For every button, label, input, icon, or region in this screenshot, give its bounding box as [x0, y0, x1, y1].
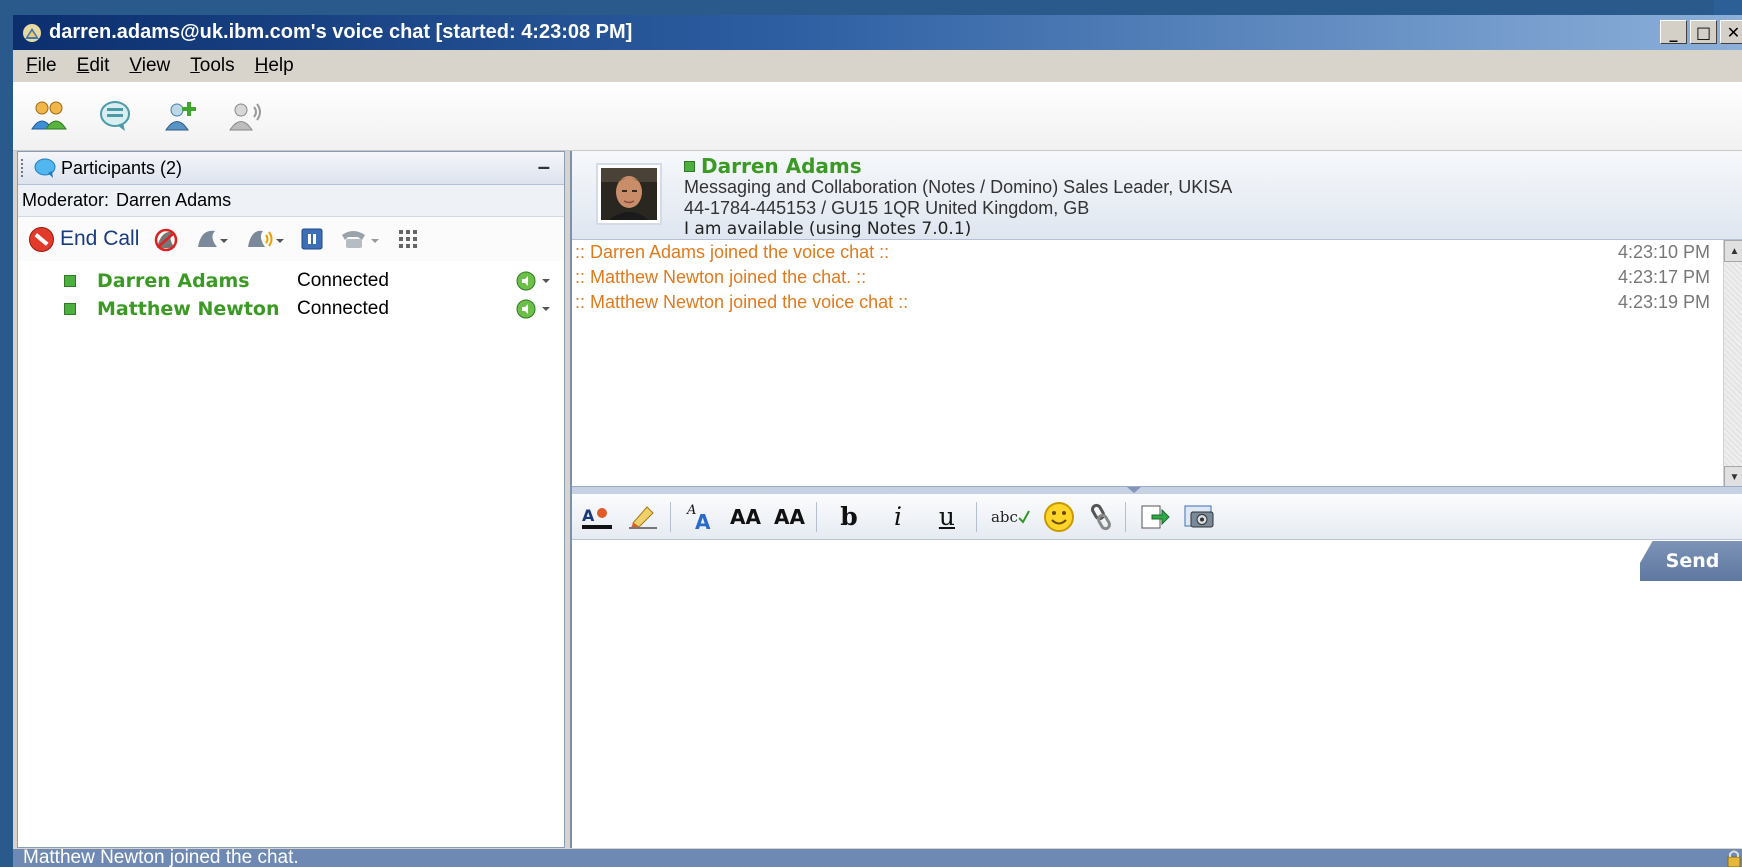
spell-check-button[interactable]: abc	[991, 501, 1030, 533]
scroll-down-icon[interactable]: ▼	[1724, 466, 1742, 488]
emoticon-icon[interactable]	[1043, 501, 1075, 533]
call-controls-toolbar: End Call	[18, 217, 564, 261]
voice-person-icon[interactable]	[227, 96, 267, 136]
highlight-icon[interactable]	[627, 501, 659, 533]
participant-audio-menu-icon[interactable]	[516, 271, 552, 291]
screen-capture-icon[interactable]	[1183, 501, 1217, 533]
profile-photo	[601, 168, 657, 220]
status-bar: Matthew Newton joined the chat.	[13, 847, 1742, 867]
scroll-up-icon[interactable]: ▲	[1724, 240, 1742, 262]
minimize-button[interactable]: _	[1660, 20, 1687, 44]
pause-icon[interactable]	[301, 228, 323, 250]
participant-row[interactable]: Matthew Newton Connected	[18, 295, 564, 323]
microphone-volume-dropdown-icon[interactable]	[245, 227, 285, 251]
title-bar[interactable]: darren.adams@uk.ibm.com's voice chat [st…	[13, 15, 1742, 50]
grow-font-button[interactable]: AA	[730, 501, 761, 533]
business-card: Darren Adams Messaging and Collaboration…	[572, 151, 1742, 240]
shrink-font-button[interactable]: AA	[774, 501, 805, 533]
chat-bubble-icon	[34, 158, 56, 178]
svg-text:A: A	[582, 506, 595, 525]
font-icon[interactable]: A A	[685, 501, 717, 533]
system-message: :: Darren Adams joined the voice chat ::…	[572, 240, 1724, 265]
participants-panel: Participants (2) – Moderator: Darren Ada…	[17, 151, 565, 848]
speaker-volume-dropdown-icon[interactable]	[195, 227, 229, 251]
splitter-handle-icon[interactable]	[1127, 487, 1141, 493]
window-title: darren.adams@uk.ibm.com's voice chat [st…	[49, 21, 633, 43]
message-text: :: Matthew Newton joined the voice chat …	[575, 292, 909, 312]
participant-name: Darren Adams	[97, 270, 250, 292]
lock-icon	[1727, 850, 1741, 867]
menu-view[interactable]: View	[129, 55, 170, 77]
message-text: :: Matthew Newton joined the chat. ::	[575, 267, 867, 287]
toolbar-separator	[670, 501, 671, 532]
pane-splitter[interactable]	[572, 486, 1742, 494]
telephone-dropdown-icon[interactable]	[339, 227, 381, 251]
moderator-row: Moderator: Darren Adams	[18, 185, 564, 217]
maximize-button[interactable]: □	[1690, 20, 1717, 44]
menu-edit[interactable]: Edit	[77, 55, 110, 77]
underline-button[interactable]: u	[929, 501, 965, 533]
online-status-icon	[64, 275, 76, 287]
dialpad-icon[interactable]	[397, 228, 419, 250]
end-call-label: End Call	[60, 227, 140, 250]
main-toolbar	[13, 82, 1742, 151]
drag-grip-icon[interactable]	[21, 159, 29, 177]
insert-link-icon[interactable]	[1088, 501, 1114, 533]
participant-status: Connected	[297, 298, 389, 319]
scroll-track[interactable]	[1724, 262, 1742, 466]
contact-job-title: Messaging and Collaboration (Notes / Dom…	[684, 177, 1233, 197]
system-message: :: Matthew Newton joined the chat. :: 4:…	[572, 265, 1724, 290]
toolbar-separator	[815, 501, 817, 532]
online-status-icon	[684, 161, 695, 172]
online-status-icon	[64, 303, 76, 315]
people-icon[interactable]	[29, 96, 69, 136]
message-time: 4:23:17 PM	[1617, 267, 1710, 287]
participant-list: Darren Adams Connected Matthew Newton Co…	[18, 261, 564, 323]
chat-transcript[interactable]: :: Darren Adams joined the voice chat ::…	[572, 240, 1724, 486]
message-time: 4:23:10 PM	[1617, 242, 1710, 262]
end-call-button[interactable]: End Call	[28, 226, 139, 253]
text-color-icon[interactable]: A	[580, 501, 614, 533]
avatar	[596, 163, 662, 225]
participant-name: Matthew Newton	[97, 298, 280, 320]
participant-status: Connected	[297, 270, 389, 291]
add-person-icon[interactable]	[161, 96, 201, 136]
mute-all-icon[interactable]	[153, 226, 179, 252]
moderator-label: Moderator:	[22, 190, 110, 210]
chat-panel: Darren Adams Messaging and Collaboration…	[570, 151, 1742, 848]
menu-help[interactable]: Help	[255, 55, 294, 77]
italic-button[interactable]: i	[880, 501, 916, 533]
contact-availability: I am available (using Notes 7.0.1)	[684, 219, 972, 239]
voice-chat-window: darren.adams@uk.ibm.com's voice chat [st…	[13, 15, 1742, 867]
no-entry-icon	[29, 226, 54, 252]
participant-audio-menu-icon[interactable]	[516, 299, 552, 319]
message-input[interactable]: Send	[572, 540, 1742, 848]
contact-location: 44-1784-445153 / GU15 1QR United Kingdom…	[684, 198, 1090, 218]
sametime-logo-icon	[23, 23, 41, 42]
send-file-icon[interactable]	[1140, 501, 1170, 533]
send-button[interactable]: Send	[1640, 541, 1742, 581]
menu-file[interactable]: File	[26, 55, 57, 77]
status-text: Matthew Newton joined the chat.	[23, 847, 299, 867]
checkmark-icon	[1018, 510, 1030, 524]
close-button[interactable]: ✕	[1720, 20, 1742, 44]
transcript-scrollbar[interactable]: ▲ ▼	[1723, 240, 1742, 488]
menu-tools[interactable]: Tools	[190, 55, 234, 77]
participants-title: Participants (2)	[61, 157, 183, 178]
chat-transcript-icon[interactable]	[95, 96, 135, 136]
message-text: :: Darren Adams joined the voice chat ::	[575, 242, 890, 262]
svg-text:A: A	[695, 510, 711, 532]
menu-bar: File Edit View Tools Help	[13, 50, 1742, 82]
moderator-name: Darren Adams	[116, 190, 232, 210]
format-toolbar: A A A AA AA b i u abc	[572, 494, 1742, 540]
participant-row[interactable]: Darren Adams Connected	[18, 267, 564, 295]
message-time: 4:23:19 PM	[1617, 292, 1710, 312]
toolbar-separator	[975, 501, 977, 532]
collapse-button[interactable]: –	[538, 154, 550, 180]
participants-header[interactable]: Participants (2) –	[18, 152, 564, 185]
system-message: :: Matthew Newton joined the voice chat …	[572, 290, 1724, 315]
bold-button[interactable]: b	[831, 501, 867, 533]
toolbar-separator	[1124, 501, 1126, 532]
contact-name: Darren Adams	[684, 156, 1232, 177]
